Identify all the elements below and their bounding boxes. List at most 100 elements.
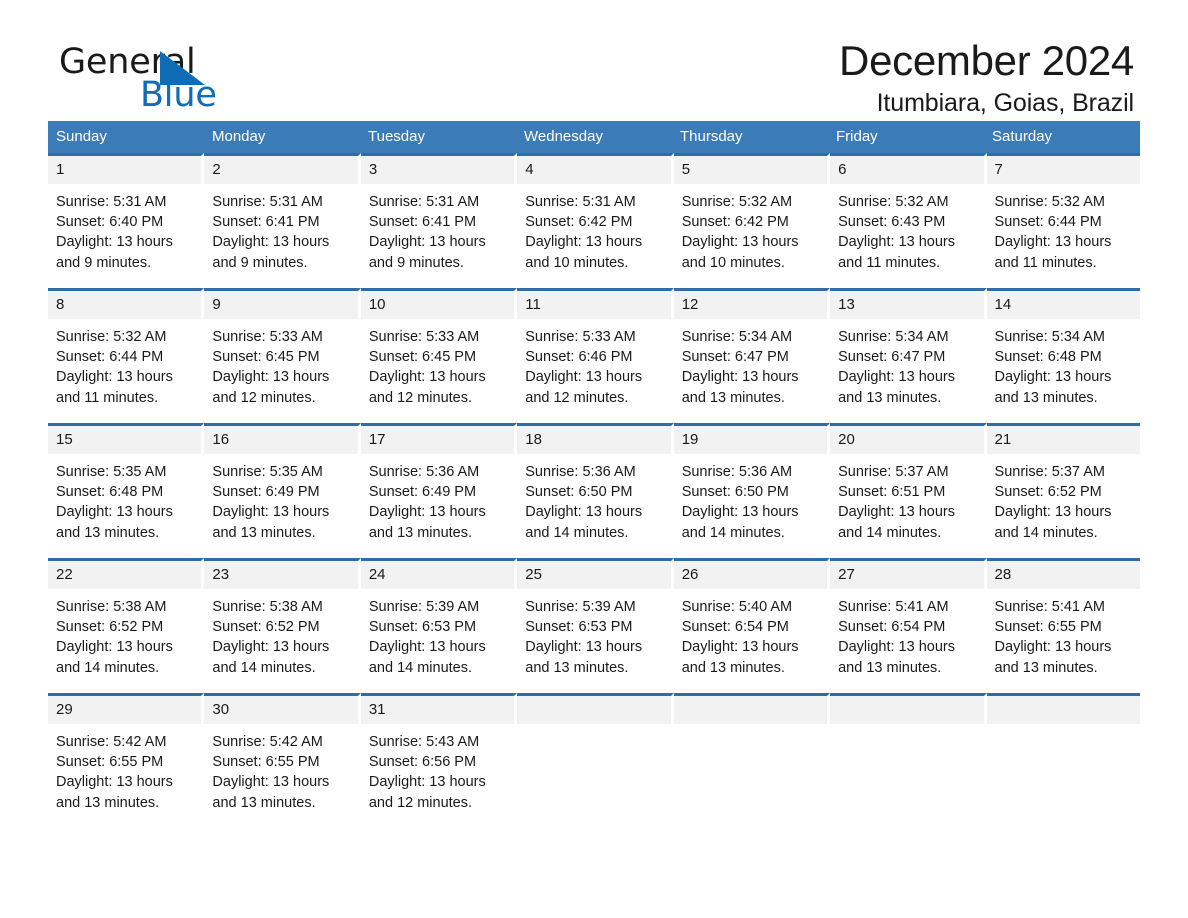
daylight-text: Daylight: 13 hours and 13 minutes. — [994, 639, 1112, 676]
sunrise-text: Sunrise: 5:31 AM — [56, 194, 167, 210]
day-number: 17 — [368, 431, 386, 448]
sunrise-text: Sunrise: 5:36 AM — [368, 464, 480, 480]
sunset-text: Sunset: 6:42 PM — [525, 214, 633, 231]
sunrise-text: Sunrise: 5:33 AM — [368, 329, 480, 345]
day-cell[interactable]: 16 Sunrise: 5:35 AM Sunset: 6:49 PM Dayligh… — [204, 423, 361, 558]
day-cell[interactable]: 18 Sunrise: 5:36 AM Sunset: 6:50 PM Dayligh… — [517, 423, 674, 558]
day-cell[interactable]: 7 Sunrise: 5:32 AM Sunset: 6:44 PM Daylight… — [986, 153, 1140, 288]
sunrise-text: Sunrise: 5:32 AM — [681, 194, 793, 210]
day-cell[interactable]: 31 Sunrise: 5:43 AM Sunset: 6:56 PM Dayligh… — [360, 693, 518, 828]
day-details: Sunrise: 5:38 AM Sunset: 6:52 PM Daylight:… — [48, 589, 201, 678]
day-cell[interactable]: 8 Sunrise: 5:32 AM Sunset: 6:44 PM Daylight… — [48, 288, 205, 423]
logo-word-blue: Blue — [140, 75, 217, 115]
sunset-text: Sunset: 6:48 PM — [56, 484, 164, 501]
daylight-text: Daylight: 13 hours and 9 minutes. — [368, 234, 486, 271]
day-number: 25 — [525, 566, 542, 583]
day-cell[interactable]: 27 Sunrise: 5:41 AM Sunset: 6:54 PM Dayligh… — [830, 558, 987, 693]
day-number-band: 25 — [517, 561, 671, 589]
sunset-text: Sunset: 6:56 PM — [368, 754, 477, 771]
daylight-text: Daylight: 13 hours and 13 minutes. — [212, 774, 330, 811]
day-cell[interactable]: 13 Sunrise: 5:34 AM Sunset: 6:47 PM Dayligh… — [830, 288, 987, 423]
day-cell[interactable]: 15 Sunrise: 5:35 AM Sunset: 6:48 PM Dayligh… — [48, 423, 205, 558]
day-cell[interactable]: 9 Sunrise: 5:33 AM Sunset: 6:45 PM Daylight… — [204, 288, 361, 423]
sunrise-text: Sunrise: 5:36 AM — [525, 464, 636, 480]
day-cell[interactable]: 3 Sunrise: 5:31 AM Sunset: 6:41 PM Daylight… — [360, 153, 518, 288]
day-details: Sunrise: 5:35 AM Sunset: 6:49 PM Daylight:… — [204, 454, 357, 543]
day-cell[interactable]: 23 Sunrise: 5:38 AM Sunset: 6:52 PM Dayligh… — [204, 558, 361, 693]
day-cell[interactable]: 4 Sunrise: 5:31 AM Sunset: 6:42 PM Daylight… — [517, 153, 674, 288]
day-number: 19 — [681, 431, 699, 448]
day-cell[interactable]: 30 Sunrise: 5:42 AM Sunset: 6:55 PM Dayligh… — [204, 693, 361, 828]
day-details: Sunrise: 5:33 AM Sunset: 6:45 PM Daylight:… — [361, 319, 514, 408]
daylight-text: Daylight: 13 hours and 11 minutes. — [838, 234, 955, 271]
day-details: Sunrise: 5:39 AM Sunset: 6:53 PM Daylight:… — [517, 589, 670, 678]
sunrise-text: Sunrise: 5:39 AM — [368, 599, 480, 615]
day-cell[interactable]: 17 Sunrise: 5:36 AM Sunset: 6:49 PM Dayligh… — [360, 423, 518, 558]
day-details: Sunrise: 5:31 AM Sunset: 6:42 PM Daylight:… — [517, 184, 670, 273]
daylight-text: Daylight: 13 hours and 11 minutes. — [994, 234, 1112, 271]
weekday-header-row: Sunday Monday Tuesday Wednesday Thursday… — [48, 121, 1140, 153]
generalblue-logo[interactable]: General Blue — [59, 45, 359, 125]
day-number-band: 4 — [517, 156, 671, 184]
daylight-text: Daylight: 13 hours and 13 minutes. — [212, 504, 330, 541]
day-number-band: 7 — [986, 156, 1140, 184]
day-number: 3 — [368, 161, 378, 178]
day-cell[interactable]: 20 Sunrise: 5:37 AM Sunset: 6:51 PM Dayligh… — [830, 423, 987, 558]
sunset-text: Sunset: 6:46 PM — [525, 349, 633, 366]
day-cell[interactable]: 1 Sunrise: 5:31 AM Sunset: 6:40 PM Daylight… — [48, 153, 205, 288]
day-cell[interactable]: 11 Sunrise: 5:33 AM Sunset: 6:46 PM Dayligh… — [517, 288, 674, 423]
sunset-text: Sunset: 6:48 PM — [994, 349, 1102, 366]
sunrise-text: Sunrise: 5:34 AM — [681, 329, 793, 345]
day-details: Sunrise: 5:31 AM Sunset: 6:40 PM Daylight:… — [48, 184, 201, 273]
day-cell[interactable]: 22 Sunrise: 5:38 AM Sunset: 6:52 PM Dayligh… — [48, 558, 205, 693]
day-cell[interactable]: 21 Sunrise: 5:37 AM Sunset: 6:52 PM Dayligh… — [986, 423, 1140, 558]
day-cell[interactable]: 29 Sunrise: 5:42 AM Sunset: 6:55 PM Dayligh… — [48, 693, 205, 828]
day-cell[interactable]: 10 Sunrise: 5:33 AM Sunset: 6:45 PM Dayligh… — [360, 288, 518, 423]
day-cell[interactable]: 24 Sunrise: 5:39 AM Sunset: 6:53 PM Dayligh… — [360, 558, 518, 693]
daylight-text: Daylight: 13 hours and 13 minutes. — [525, 639, 643, 676]
weekday-header-friday: Friday — [836, 128, 878, 145]
day-cell[interactable]: 28 Sunrise: 5:41 AM Sunset: 6:55 PM Dayligh… — [986, 558, 1140, 693]
day-number: 1 — [56, 161, 65, 178]
sunset-text: Sunset: 6:53 PM — [368, 619, 477, 636]
sunset-text: Sunset: 6:52 PM — [994, 484, 1102, 501]
day-cell-empty — [517, 693, 674, 828]
sunset-text: Sunset: 6:50 PM — [681, 484, 789, 501]
day-number-band — [830, 696, 984, 724]
day-number: 21 — [994, 431, 1012, 448]
day-number-band: 17 — [360, 426, 515, 454]
sunrise-text: Sunrise: 5:42 AM — [56, 734, 167, 750]
day-number: 15 — [56, 431, 73, 448]
day-cell[interactable]: 25 Sunrise: 5:39 AM Sunset: 6:53 PM Dayligh… — [517, 558, 674, 693]
day-number-band: 8 — [48, 291, 202, 319]
day-number: 2 — [212, 161, 221, 178]
day-number: 20 — [838, 431, 855, 448]
day-cell-empty — [830, 693, 987, 828]
day-cell[interactable]: 19 Sunrise: 5:36 AM Sunset: 6:50 PM Dayligh… — [673, 423, 831, 558]
day-number-band: 29 — [48, 696, 202, 724]
daylight-text: Daylight: 13 hours and 9 minutes. — [212, 234, 330, 271]
day-details: Sunrise: 5:34 AM Sunset: 6:48 PM Daylight:… — [987, 319, 1140, 408]
daylight-text: Daylight: 13 hours and 13 minutes. — [56, 774, 173, 811]
day-number: 4 — [525, 161, 534, 178]
sunrise-text: Sunrise: 5:34 AM — [838, 329, 949, 345]
day-number-band: 3 — [360, 156, 515, 184]
sunset-text: Sunset: 6:42 PM — [681, 214, 789, 231]
daylight-text: Daylight: 13 hours and 9 minutes. — [56, 234, 173, 271]
daylight-text: Daylight: 13 hours and 13 minutes. — [681, 639, 799, 676]
daylight-text: Daylight: 13 hours and 12 minutes. — [525, 369, 643, 406]
day-number: 18 — [525, 431, 542, 448]
day-details: Sunrise: 5:35 AM Sunset: 6:48 PM Daylight:… — [48, 454, 201, 543]
day-number: 16 — [212, 431, 230, 448]
daylight-text: Daylight: 13 hours and 13 minutes. — [838, 369, 955, 406]
sunrise-text: Sunrise: 5:31 AM — [368, 194, 480, 210]
day-number-band: 13 — [830, 291, 984, 319]
day-cell[interactable]: 14 Sunrise: 5:34 AM Sunset: 6:48 PM Dayligh… — [986, 288, 1140, 423]
day-details: Sunrise: 5:37 AM Sunset: 6:51 PM Daylight:… — [830, 454, 983, 543]
day-cell[interactable]: 12 Sunrise: 5:34 AM Sunset: 6:47 PM Dayligh… — [673, 288, 831, 423]
day-cell[interactable]: 6 Sunrise: 5:32 AM Sunset: 6:43 PM Daylight… — [830, 153, 987, 288]
day-cell[interactable]: 2 Sunrise: 5:31 AM Sunset: 6:41 PM Daylight… — [204, 153, 361, 288]
day-number: 11 — [525, 296, 541, 313]
day-cell[interactable]: 26 Sunrise: 5:40 AM Sunset: 6:54 PM Dayligh… — [673, 558, 831, 693]
day-cell[interactable]: 5 Sunrise: 5:32 AM Sunset: 6:42 PM Daylight… — [673, 153, 831, 288]
